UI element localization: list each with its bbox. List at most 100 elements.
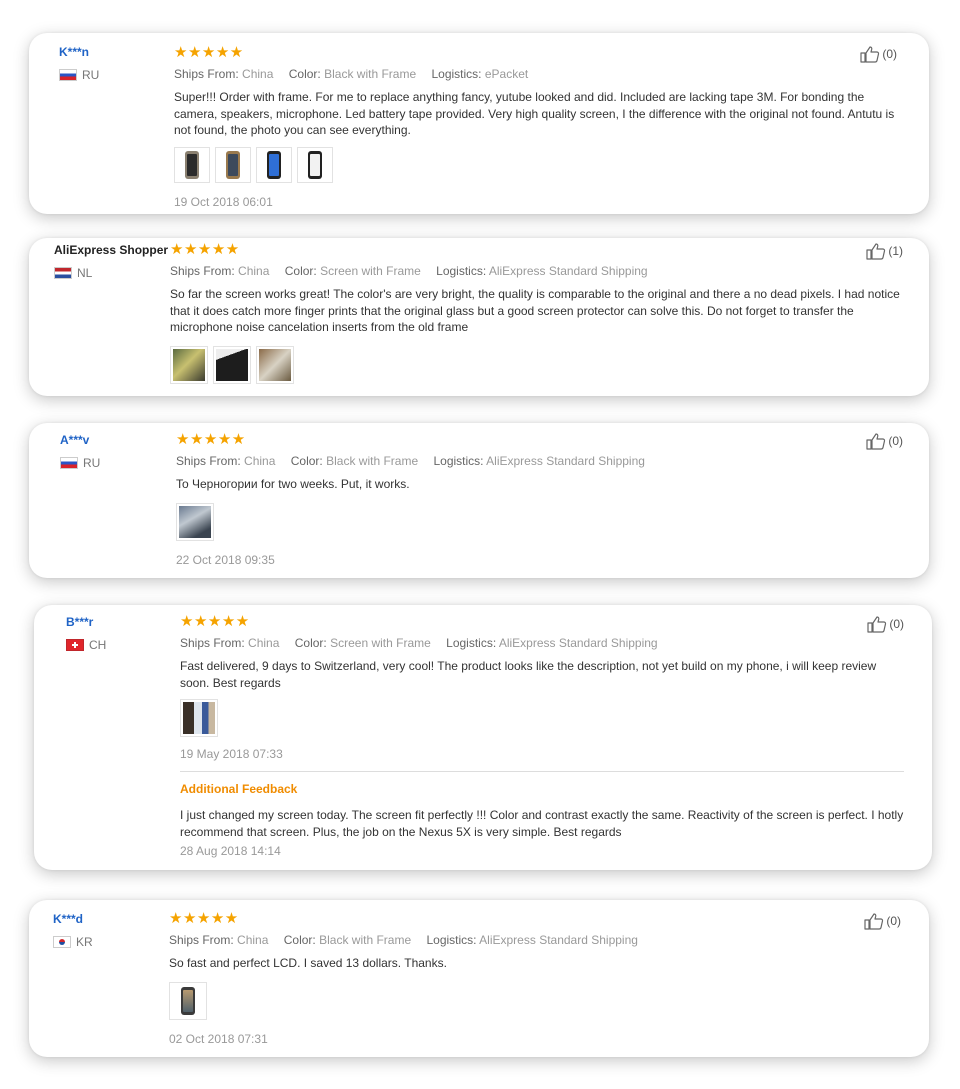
flag-ch-icon	[66, 639, 84, 651]
like-button[interactable]: (0)	[866, 432, 903, 450]
like-count: (0)	[886, 914, 901, 928]
logistics-label: Logistics:	[436, 264, 487, 278]
color-label: Color:	[283, 933, 316, 947]
color-value: Black with Frame	[319, 933, 412, 947]
reviewer-country: CH	[66, 638, 106, 652]
thumbs-up-icon	[866, 243, 886, 260]
ships-from-label: Ships From:	[176, 454, 241, 468]
color-value: Black with Frame	[324, 67, 417, 81]
thumbs-up-icon	[866, 433, 886, 450]
logistics-label: Logistics:	[446, 636, 497, 650]
star-rating: ★★★★★	[170, 241, 240, 258]
reviewer-country: KR	[53, 935, 93, 949]
review-photos	[180, 699, 904, 737]
like-count: (1)	[888, 244, 903, 258]
ships-from-value: China	[244, 454, 276, 468]
review-card: K***d KR ★★★★★ Ships From: China Color: …	[29, 900, 929, 1057]
review-date: 22 Oct 2018 09:35	[176, 552, 275, 567]
review-photos	[176, 502, 905, 541]
review-photo-thumbnail[interactable]	[169, 981, 207, 1020]
logistics-label: Logistics:	[426, 933, 477, 947]
review-photo-thumbnail[interactable]	[256, 146, 292, 183]
additional-feedback-text: I just changed my screen today. The scre…	[180, 808, 904, 839]
thumbs-up-icon	[864, 913, 884, 930]
review-photos	[169, 981, 905, 1020]
like-button[interactable]: (1)	[866, 242, 903, 260]
review-text: So far the screen works great! The color…	[170, 287, 900, 334]
color-label: Color:	[290, 454, 323, 468]
flag-ru-icon	[59, 69, 77, 81]
reviewer-name[interactable]: K***d	[53, 912, 93, 926]
country-code: NL	[77, 266, 93, 280]
review-card: AliExpress Shopper NL ★★★★★ Ships From: …	[29, 238, 929, 396]
reviewer-country: NL	[54, 266, 168, 280]
logistics-value: AliExpress Standard Shipping	[479, 933, 638, 947]
reviewer-name[interactable]: AliExpress Shopper	[54, 243, 168, 257]
ships-from-value: China	[237, 933, 269, 947]
review-photo-thumbnail[interactable]	[174, 146, 210, 183]
review-photos	[174, 146, 905, 183]
review-text: To Черногории for two weeks. Put, it wor…	[176, 477, 410, 491]
review-card: A***v RU ★★★★★ Ships From: China Color: …	[29, 423, 929, 578]
order-info: Ships From: China Color: Black with Fram…	[176, 454, 905, 468]
review-date: 19 May 2018 07:33	[180, 747, 283, 761]
reviewer-country: RU	[59, 68, 99, 82]
divider	[180, 771, 904, 772]
order-info: Ships From: China Color: Black with Fram…	[169, 933, 905, 947]
country-code: KR	[76, 935, 93, 949]
review-text: Fast delivered, 9 days to Switzerland, v…	[180, 659, 877, 690]
like-button[interactable]: (0)	[864, 912, 901, 930]
like-button[interactable]: (0)	[860, 45, 897, 63]
thumbs-up-icon	[860, 46, 880, 63]
review-photo-thumbnail[interactable]	[213, 345, 251, 384]
review-photo-thumbnail[interactable]	[297, 146, 333, 183]
order-info: Ships From: China Color: Screen with Fra…	[180, 636, 904, 650]
color-label: Color:	[284, 264, 317, 278]
star-rating: ★★★★★	[180, 613, 250, 630]
ships-from-label: Ships From:	[170, 264, 235, 278]
color-value: Screen with Frame	[320, 264, 421, 278]
additional-feedback-date: 28 Aug 2018 14:14	[180, 844, 281, 858]
review-photo-thumbnail[interactable]	[180, 699, 218, 737]
ships-from-value: China	[248, 636, 280, 650]
review-date: 02 Oct 2018 07:31	[169, 1031, 268, 1046]
review-card: B***r CH ★★★★★ Ships From: China Color: …	[34, 605, 932, 870]
country-code: RU	[83, 456, 101, 470]
ships-from-value: China	[238, 264, 270, 278]
order-info: Ships From: China Color: Black with Fram…	[174, 67, 905, 81]
color-value: Screen with Frame	[330, 636, 431, 650]
review-photo-thumbnail[interactable]	[176, 502, 214, 541]
color-value: Black with Frame	[326, 454, 419, 468]
country-code: RU	[82, 68, 100, 82]
ships-from-label: Ships From:	[180, 636, 245, 650]
review-photo-thumbnail[interactable]	[256, 345, 294, 384]
like-button[interactable]: (0)	[867, 615, 904, 633]
star-rating: ★★★★★	[176, 431, 246, 448]
logistics-value: AliExpress Standard Shipping	[498, 636, 658, 650]
logistics-value: AliExpress Standard Shipping	[488, 264, 648, 278]
logistics-label: Logistics:	[433, 454, 484, 468]
thumbs-up-icon	[867, 616, 887, 633]
star-rating: ★★★★★	[174, 44, 244, 61]
order-info: Ships From: China Color: Screen with Fra…	[170, 264, 905, 278]
reviewer-name[interactable]: K***n	[59, 45, 99, 59]
ships-from-value: China	[242, 67, 274, 81]
review-date: 19 Oct 2018 06:01	[174, 194, 273, 209]
logistics-value: AliExpress Standard Shipping	[486, 454, 645, 468]
reviewer-name[interactable]: B***r	[66, 615, 106, 629]
color-label: Color:	[294, 636, 327, 650]
flag-kr-icon	[53, 936, 71, 948]
logistics-label: Logistics:	[431, 67, 482, 81]
ships-from-label: Ships From:	[174, 67, 239, 81]
star-rating: ★★★★★	[169, 910, 239, 927]
review-card: K***n RU ★★★★★ Ships From: China Color: …	[29, 33, 929, 214]
flag-ru-icon	[60, 457, 78, 469]
review-photos	[170, 345, 905, 384]
additional-feedback-title: Additional Feedback	[180, 782, 298, 796]
color-label: Color:	[288, 67, 321, 81]
reviewer-name[interactable]: A***v	[60, 433, 100, 447]
review-photo-thumbnail[interactable]	[215, 146, 251, 183]
review-photo-thumbnail[interactable]	[170, 345, 208, 384]
review-text: So fast and perfect LCD. I saved 13 doll…	[169, 956, 447, 970]
flag-nl-icon	[54, 267, 72, 279]
